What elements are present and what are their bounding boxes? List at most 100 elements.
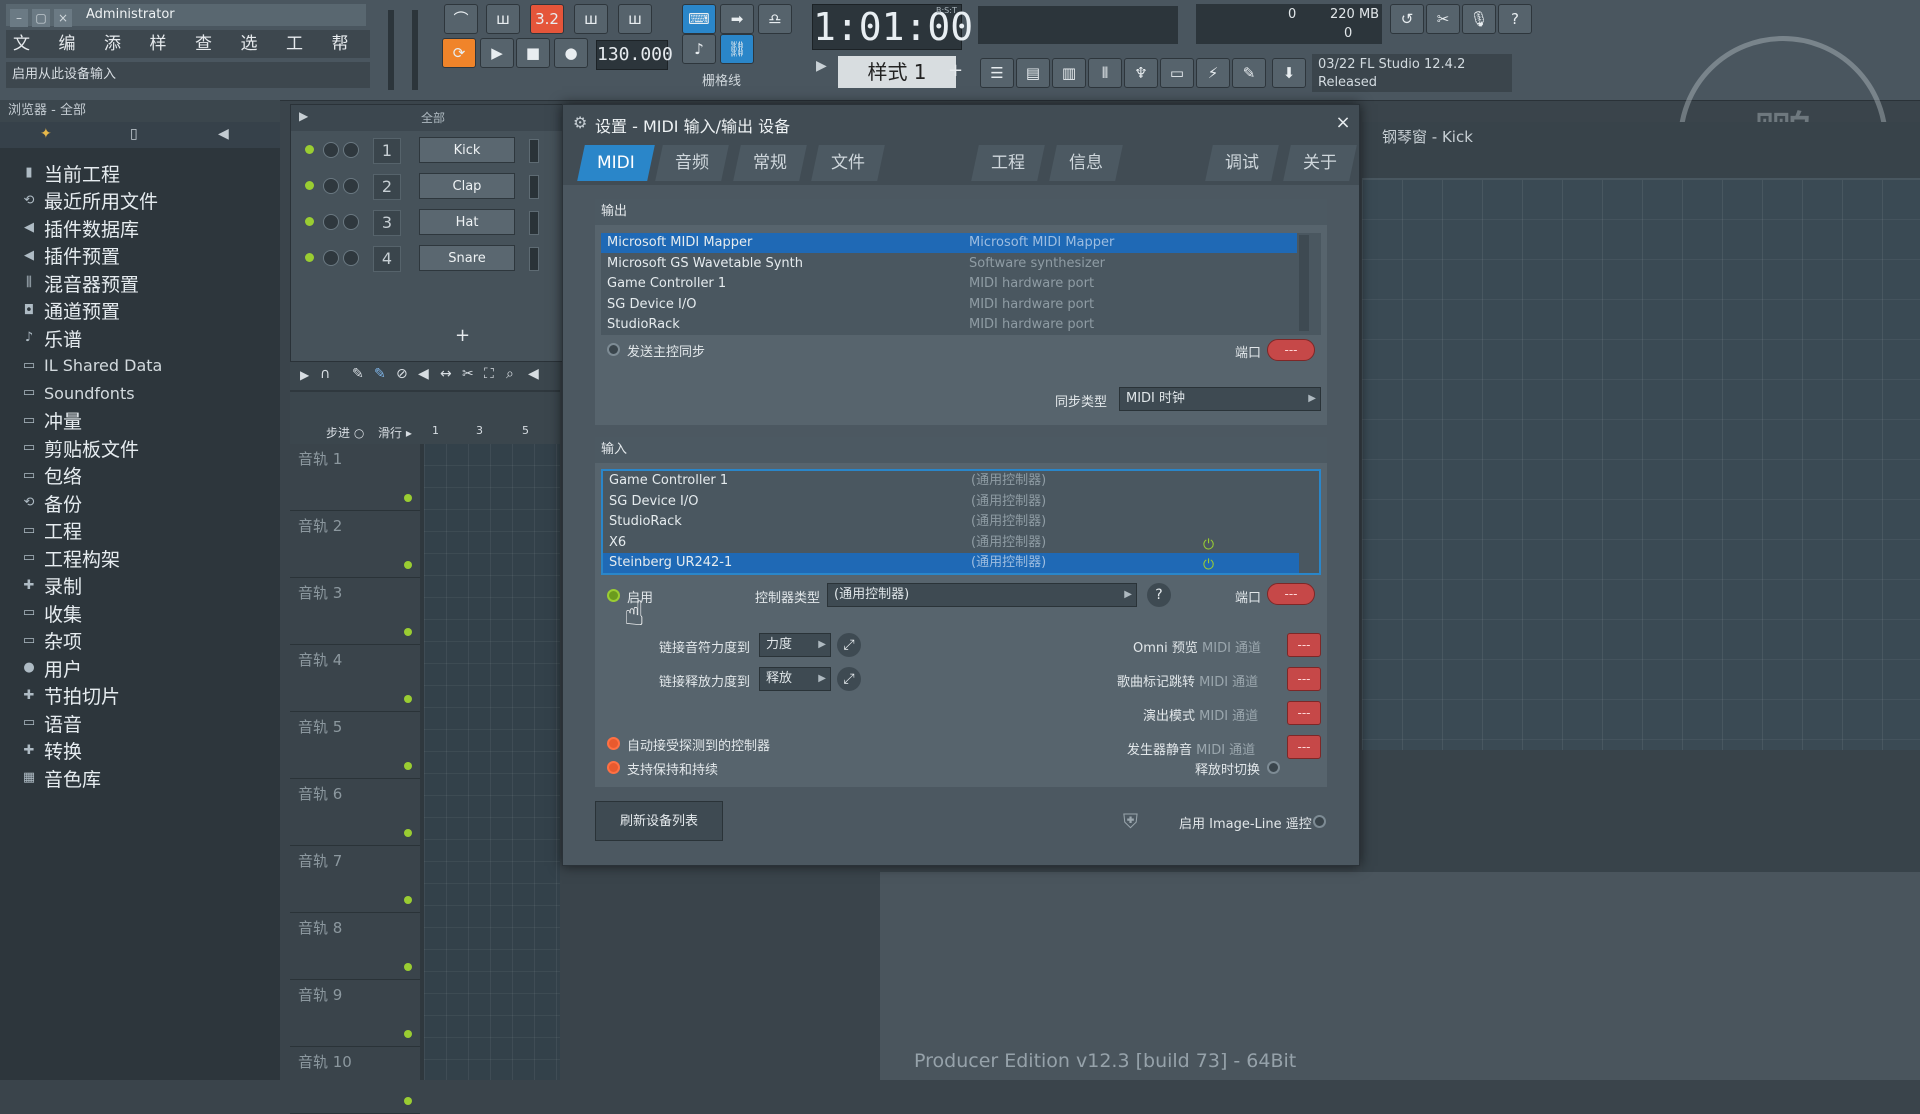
track-mute-led[interactable] bbox=[404, 695, 412, 703]
pattern-add-icon[interactable]: + bbox=[948, 60, 963, 81]
plugin-picker-icon[interactable]: ♆ bbox=[1124, 58, 1158, 88]
channel-mixer-track[interactable]: 1 bbox=[373, 138, 401, 164]
send-sync-radio[interactable] bbox=[607, 343, 620, 356]
playlist-menu-icon[interactable]: ▶ bbox=[300, 368, 309, 382]
sparkle-icon[interactable]: ✦ bbox=[40, 126, 52, 142]
browser-item[interactable]: ● 用户 bbox=[22, 655, 82, 681]
track-mute-led[interactable] bbox=[404, 494, 412, 502]
step-edit-icon[interactable]: ш bbox=[574, 4, 608, 34]
device-row[interactable]: Microsoft GS Wavetable Synth Software syn… bbox=[601, 254, 1297, 274]
mute-icon[interactable]: ◀ bbox=[418, 366, 429, 382]
menu-tools[interactable]: 工具 bbox=[279, 30, 325, 82]
menu-edit[interactable]: 编辑 bbox=[52, 30, 98, 82]
output-port-button[interactable]: --- bbox=[1267, 339, 1315, 361]
channel-mixer-track[interactable]: 3 bbox=[373, 210, 401, 236]
browser-item[interactable]: ▭ IL Shared Data bbox=[22, 353, 163, 379]
channel-pan-knob[interactable] bbox=[323, 214, 339, 230]
cut-icon[interactable]: ✂ bbox=[1426, 4, 1460, 34]
browser-item[interactable]: ✚ 节拍切片 bbox=[22, 683, 120, 709]
browser-item[interactable]: ▭ 冲量 bbox=[22, 408, 82, 434]
menu-file[interactable]: 文件 bbox=[6, 30, 52, 82]
tab-general[interactable]: 常规 bbox=[733, 145, 807, 181]
arrow-right-icon[interactable]: ➡ bbox=[720, 4, 754, 34]
pattern-prev-icon[interactable]: ▶ bbox=[816, 58, 827, 74]
channel-name-button[interactable]: Clap bbox=[419, 173, 515, 199]
playlist-track[interactable]: 音轨 2 bbox=[290, 511, 420, 578]
track-mute-led[interactable] bbox=[404, 561, 412, 569]
browser-item[interactable]: ▭ 剪贴板文件 bbox=[22, 435, 139, 461]
omni-preview-channel-button[interactable]: --- bbox=[1287, 633, 1321, 657]
support-hold-radio[interactable] bbox=[607, 761, 620, 774]
device-row[interactable]: Game Controller 1 (通用控制器) bbox=[603, 471, 1299, 491]
dialog-close-button[interactable]: × bbox=[1333, 113, 1353, 133]
mixer-view-icon[interactable]: ⫴ bbox=[1088, 58, 1122, 88]
browser-item[interactable]: ▭ Soundfonts bbox=[22, 380, 135, 406]
channel-mute-led[interactable] bbox=[305, 217, 314, 226]
magnet-icon[interactable]: ∩ bbox=[320, 366, 330, 382]
browser-item[interactable]: ◀ 插件预置 bbox=[22, 243, 120, 269]
playlist-ruler[interactable]: 步进 ○ 滑行 ▸ 1 3 5 bbox=[290, 392, 560, 444]
slice-tool-icon[interactable]: ✂ bbox=[462, 366, 474, 382]
play-icon[interactable]: ▶ bbox=[480, 38, 514, 68]
browser-item[interactable]: ⫼ 混音器预置 bbox=[22, 270, 139, 296]
metronome-icon[interactable]: ⌒ bbox=[444, 4, 478, 34]
track-mute-led[interactable] bbox=[404, 963, 412, 971]
browser-item[interactable]: ▭ 杂项 bbox=[22, 628, 82, 654]
piano-roll-icon[interactable]: ▤ bbox=[1016, 58, 1050, 88]
menu-add[interactable]: 添加 bbox=[97, 30, 143, 82]
loop-mode-icon[interactable]: ⟳ bbox=[442, 38, 476, 68]
delete-icon[interactable]: ⊘ bbox=[396, 366, 408, 382]
browser-item[interactable]: ◀ 插件数据库 bbox=[22, 215, 139, 241]
track-mute-led[interactable] bbox=[404, 1097, 412, 1105]
sync-type-dropdown[interactable]: MIDI 时钟 ▶ bbox=[1119, 387, 1321, 411]
master-pitch-slider[interactable] bbox=[412, 10, 418, 90]
channel-mute-led[interactable] bbox=[305, 145, 314, 154]
output-list-scrollbar[interactable] bbox=[1299, 235, 1309, 331]
master-volume-slider[interactable] bbox=[388, 10, 394, 90]
playlist-track[interactable]: 音轨 5 bbox=[290, 712, 420, 779]
channel-name-button[interactable]: Hat bbox=[419, 209, 515, 235]
blend-notes-icon[interactable]: ш bbox=[618, 4, 652, 34]
track-mute-led[interactable] bbox=[404, 628, 412, 636]
select-icon[interactable]: ⛶ bbox=[484, 366, 494, 382]
browser-item[interactable]: ▭ 工程构架 bbox=[22, 545, 120, 571]
browser-item[interactable]: ◘ 通道预置 bbox=[22, 298, 120, 324]
browser-item[interactable]: ⟲ 最近所用文件 bbox=[22, 188, 158, 214]
tab-about[interactable]: 关于 bbox=[1283, 145, 1357, 181]
input-port-button[interactable]: --- bbox=[1267, 583, 1315, 605]
zoom-icon[interactable]: ⌕ bbox=[506, 366, 514, 382]
channel-mute-led[interactable] bbox=[305, 253, 314, 262]
controller-help-button[interactable]: ? bbox=[1147, 583, 1171, 607]
close-window-icon[interactable]: × bbox=[54, 9, 72, 27]
link-icon[interactable]: ⛓ bbox=[720, 34, 754, 64]
channel-mixer-track[interactable]: 2 bbox=[373, 174, 401, 200]
track-mute-led[interactable] bbox=[404, 829, 412, 837]
tab-project[interactable]: 工程 bbox=[971, 145, 1045, 181]
tab-file[interactable]: 文件 bbox=[811, 145, 885, 181]
paint-icon[interactable]: ✎ bbox=[374, 366, 386, 382]
playlist-track[interactable]: 音轨 4 bbox=[290, 645, 420, 712]
metronome-bell-icon[interactable]: ♎ bbox=[758, 4, 792, 34]
menu-options[interactable]: 选项 bbox=[234, 30, 280, 82]
record-icon[interactable]: ● bbox=[554, 38, 588, 68]
power-icon[interactable]: ⏻ bbox=[1203, 555, 1214, 575]
device-row[interactable]: X6 (通用控制器) ⏻ bbox=[603, 533, 1299, 553]
browser-item[interactable]: ▮ 当前工程 bbox=[22, 160, 120, 186]
channel-mute-led[interactable] bbox=[305, 181, 314, 190]
slide-toggle[interactable]: 滑行 ▸ bbox=[378, 424, 412, 441]
playback-icon[interactable]: ◀ bbox=[528, 366, 539, 382]
channel-select-meter[interactable] bbox=[529, 139, 539, 163]
browser-item[interactable]: ▭ 工程 bbox=[22, 518, 82, 544]
channel-volume-knob[interactable] bbox=[343, 178, 359, 194]
imageline-remote-radio[interactable] bbox=[1313, 815, 1326, 828]
device-row[interactable]: SG Device I/O (通用控制器) bbox=[603, 492, 1299, 512]
tab-info[interactable]: 信息 bbox=[1049, 145, 1123, 181]
auto-accept-radio[interactable] bbox=[607, 737, 620, 750]
channel-pan-knob[interactable] bbox=[323, 178, 339, 194]
link-note-velocity-dropdown[interactable]: 力度 ▶ bbox=[759, 633, 831, 657]
browser-item[interactable]: ✚ 录制 bbox=[22, 573, 82, 599]
channel-select-meter[interactable] bbox=[529, 211, 539, 235]
browser-item[interactable]: ⟲ 备份 bbox=[22, 490, 82, 516]
performance-mode-channel-button[interactable]: --- bbox=[1287, 701, 1321, 725]
device-row[interactable]: Microsoft MIDI Mapper Microsoft MIDI Mapp… bbox=[601, 233, 1297, 253]
